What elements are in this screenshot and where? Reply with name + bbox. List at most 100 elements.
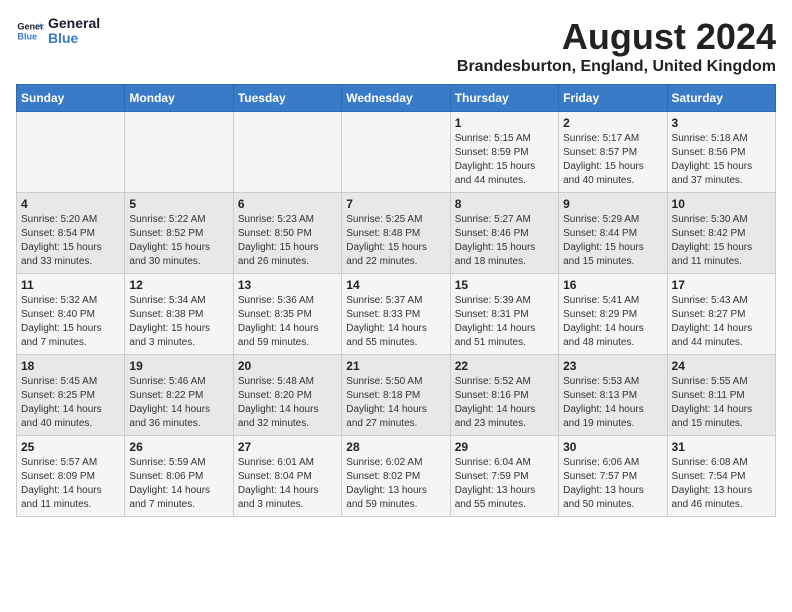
day-number: 9 [563,197,662,211]
day-number: 22 [455,359,554,373]
calendar-cell: 31Sunrise: 6:08 AM Sunset: 7:54 PM Dayli… [667,436,775,517]
calendar-cell: 18 Sunrise: 5:45 AM Sunset: 8:25 PM Dayli… [17,355,125,436]
calendar-cell: 17Sunrise: 5:43 AM Sunset: 8:27 PM Dayli… [667,274,775,355]
cell-info: Sunrise: 5:50 AM Sunset: 8:18 PM Dayligh… [346,375,445,431]
calendar-cell: 8Sunrise: 5:27 AM Sunset: 8:46 PM Daylig… [450,193,558,274]
cell-info: Sunrise: 5:18 AM Sunset: 8:56 PM Dayligh… [672,132,771,188]
cell-info: Sunrise: 5:55 AM Sunset: 8:11 PM Dayligh… [672,375,771,431]
calendar-week-row: 1 Sunrise: 5:15 AM Sunset: 8:59 PM Daylig… [17,112,776,193]
cell-info: Sunrise: 5:37 AM Sunset: 8:33 PM Dayligh… [346,294,445,350]
day-number: 23 [563,359,662,373]
day-number: 11 [21,278,120,292]
calendar-cell: 3 Sunrise: 5:18 AM Sunset: 8:56 PM Daylig… [667,112,775,193]
calendar-cell: 15 Sunrise: 5:39 AM Sunset: 8:31 PM Dayli… [450,274,558,355]
calendar-cell: 23 Sunrise: 5:53 AM Sunset: 8:13 PM Dayli… [559,355,667,436]
calendar-cell: 2Sunrise: 5:17 AM Sunset: 8:57 PM Daylig… [559,112,667,193]
calendar-cell: 16 Sunrise: 5:41 AM Sunset: 8:29 PM Dayli… [559,274,667,355]
logo-general: General [48,16,100,31]
cell-info: Sunrise: 5:43 AM Sunset: 8:27 PM Dayligh… [672,294,771,350]
calendar-cell: 10Sunrise: 5:30 AM Sunset: 8:42 PM Dayli… [667,193,775,274]
calendar-cell: 27 Sunrise: 6:01 AM Sunset: 8:04 PM Dayli… [233,436,341,517]
calendar-cell: 5 Sunrise: 5:22 AM Sunset: 8:52 PM Daylig… [125,193,233,274]
day-number: 29 [455,440,554,454]
cell-info: Sunrise: 5:36 AM Sunset: 8:35 PM Dayligh… [238,294,337,350]
cell-info: Sunrise: 5:30 AM Sunset: 8:42 PM Dayligh… [672,213,771,269]
cell-info: Sunrise: 5:59 AM Sunset: 8:06 PM Dayligh… [129,456,228,512]
day-number: 28 [346,440,445,454]
day-number: 7 [346,197,445,211]
header: General Blue General Blue August 2024 Br… [16,16,776,76]
cell-info: Sunrise: 5:53 AM Sunset: 8:13 PM Dayligh… [563,375,662,431]
col-header-friday: Friday [559,85,667,112]
day-number: 19 [129,359,228,373]
cell-info: Sunrise: 5:39 AM Sunset: 8:31 PM Dayligh… [455,294,554,350]
cell-info: Sunrise: 5:25 AM Sunset: 8:48 PM Dayligh… [346,213,445,269]
day-number: 13 [238,278,337,292]
cell-info: Sunrise: 5:22 AM Sunset: 8:52 PM Dayligh… [129,213,228,269]
calendar-cell: 29Sunrise: 6:04 AM Sunset: 7:59 PM Dayli… [450,436,558,517]
cell-info: Sunrise: 5:20 AM Sunset: 8:54 PM Dayligh… [21,213,120,269]
calendar-cell: 30 Sunrise: 6:06 AM Sunset: 7:57 PM Dayli… [559,436,667,517]
cell-info: Sunrise: 5:41 AM Sunset: 8:29 PM Dayligh… [563,294,662,350]
calendar-cell: 22 Sunrise: 5:52 AM Sunset: 8:16 PM Dayli… [450,355,558,436]
day-number: 6 [238,197,337,211]
cell-info: Sunrise: 5:57 AM Sunset: 8:09 PM Dayligh… [21,456,120,512]
logo-blue: Blue [48,31,100,46]
col-header-sunday: Sunday [17,85,125,112]
day-number: 18 [21,359,120,373]
calendar-cell: 6 Sunrise: 5:23 AM Sunset: 8:50 PM Daylig… [233,193,341,274]
calendar-cell [17,112,125,193]
calendar-week-row: 4 Sunrise: 5:20 AM Sunset: 8:54 PM Daylig… [17,193,776,274]
cell-info: Sunrise: 5:46 AM Sunset: 8:22 PM Dayligh… [129,375,228,431]
cell-info: Sunrise: 5:52 AM Sunset: 8:16 PM Dayligh… [455,375,554,431]
calendar-cell: 20Sunrise: 5:48 AM Sunset: 8:20 PM Dayli… [233,355,341,436]
col-header-tuesday: Tuesday [233,85,341,112]
cell-info: Sunrise: 5:17 AM Sunset: 8:57 PM Dayligh… [563,132,662,188]
day-number: 24 [672,359,771,373]
day-number: 3 [672,116,771,130]
cell-info: Sunrise: 5:45 AM Sunset: 8:25 PM Dayligh… [21,375,120,431]
day-number: 31 [672,440,771,454]
col-header-monday: Monday [125,85,233,112]
day-number: 15 [455,278,554,292]
day-number: 16 [563,278,662,292]
calendar-cell: 21 Sunrise: 5:50 AM Sunset: 8:18 PM Dayli… [342,355,450,436]
day-number: 4 [21,197,120,211]
calendar-cell [125,112,233,193]
calendar-cell: 14Sunrise: 5:37 AM Sunset: 8:33 PM Dayli… [342,274,450,355]
cell-info: Sunrise: 5:48 AM Sunset: 8:20 PM Dayligh… [238,375,337,431]
col-header-thursday: Thursday [450,85,558,112]
calendar-cell: 19 Sunrise: 5:46 AM Sunset: 8:22 PM Dayli… [125,355,233,436]
title-block: August 2024 Brandesburton, England, Unit… [457,16,776,76]
logo-icon: General Blue [16,17,44,45]
calendar-table: SundayMondayTuesdayWednesdayThursdayFrid… [16,84,776,517]
cell-info: Sunrise: 6:06 AM Sunset: 7:57 PM Dayligh… [563,456,662,512]
calendar-cell [342,112,450,193]
calendar-cell: 24 Sunrise: 5:55 AM Sunset: 8:11 PM Dayli… [667,355,775,436]
calendar-cell [233,112,341,193]
svg-text:Blue: Blue [17,32,37,42]
cell-info: Sunrise: 5:23 AM Sunset: 8:50 PM Dayligh… [238,213,337,269]
cell-info: Sunrise: 6:01 AM Sunset: 8:04 PM Dayligh… [238,456,337,512]
day-number: 30 [563,440,662,454]
cell-info: Sunrise: 5:15 AM Sunset: 8:59 PM Dayligh… [455,132,554,188]
cell-info: Sunrise: 5:34 AM Sunset: 8:38 PM Dayligh… [129,294,228,350]
calendar-header-row: SundayMondayTuesdayWednesdayThursdayFrid… [17,85,776,112]
calendar-cell: 12 Sunrise: 5:34 AM Sunset: 8:38 PM Dayli… [125,274,233,355]
calendar-week-row: 25 Sunrise: 5:57 AM Sunset: 8:09 PM Dayli… [17,436,776,517]
calendar-week-row: 18 Sunrise: 5:45 AM Sunset: 8:25 PM Dayli… [17,355,776,436]
day-number: 25 [21,440,120,454]
page-title: August 2024 [457,16,776,58]
calendar-cell: 26Sunrise: 5:59 AM Sunset: 8:06 PM Dayli… [125,436,233,517]
day-number: 12 [129,278,228,292]
col-header-saturday: Saturday [667,85,775,112]
calendar-cell: 1 Sunrise: 5:15 AM Sunset: 8:59 PM Daylig… [450,112,558,193]
day-number: 21 [346,359,445,373]
day-number: 1 [455,116,554,130]
day-number: 27 [238,440,337,454]
day-number: 5 [129,197,228,211]
cell-info: Sunrise: 5:27 AM Sunset: 8:46 PM Dayligh… [455,213,554,269]
calendar-cell: 13 Sunrise: 5:36 AM Sunset: 8:35 PM Dayli… [233,274,341,355]
col-header-wednesday: Wednesday [342,85,450,112]
calendar-cell: 4 Sunrise: 5:20 AM Sunset: 8:54 PM Daylig… [17,193,125,274]
